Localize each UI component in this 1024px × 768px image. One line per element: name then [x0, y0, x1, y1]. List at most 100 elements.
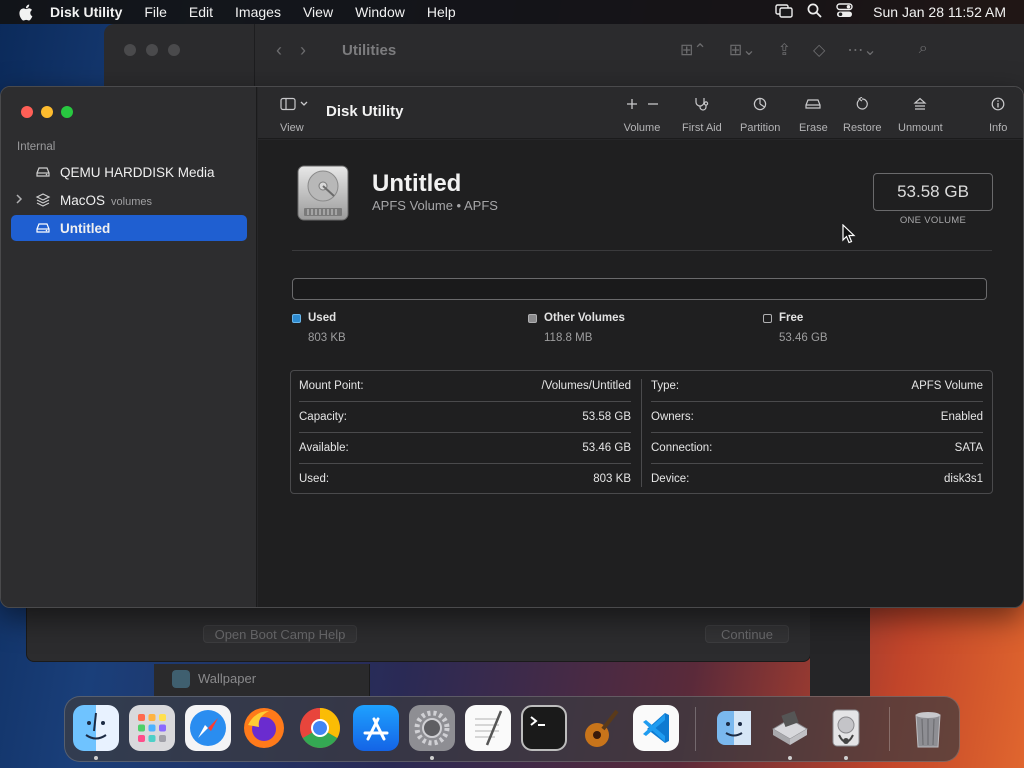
sidebar-item-sublabel: volumes [111, 195, 152, 208]
disclosure-chevron-icon[interactable] [15, 193, 23, 207]
vscode-icon[interactable] [633, 705, 679, 751]
menu-app-name[interactable]: Disk Utility [50, 4, 122, 20]
menu-file[interactable]: File [144, 4, 167, 20]
add-remove-icon [622, 97, 662, 116]
more-icon: ⋯⌄ [847, 42, 877, 59]
back-chevron-icon: ‹ [276, 40, 282, 60]
volume-drive-icon [35, 220, 51, 236]
info-column-right: Type: APFS Volume Owners: Enabled Connecti… [651, 371, 991, 495]
terminal-icon[interactable] [521, 705, 567, 751]
info-key: Type: [651, 380, 680, 392]
sidebar: Internal QEMU HARDDISK Media MacOS volume… [1, 87, 257, 607]
system-settings-icon[interactable] [409, 705, 455, 751]
background-finder-title: Utilities [342, 42, 397, 59]
textedit-icon[interactable] [465, 705, 511, 751]
info-value: Enabled [940, 411, 983, 423]
volume-info-table: Mount Point: /Volumes/Untitled Capacity: 5… [290, 370, 993, 494]
info-icon [991, 97, 1005, 116]
info-key: Mount Point: [299, 380, 364, 392]
continue-button[interactable]: Continue [705, 625, 789, 643]
background-window-edge [810, 600, 870, 696]
restore-button[interactable]: Restore [843, 96, 882, 134]
sidebar-item-label: QEMU HARDDISK Media [60, 164, 215, 180]
partition-button[interactable]: Partition [740, 97, 780, 134]
safari-icon[interactable] [185, 705, 231, 751]
sidebar-item-label: MacOS volumes [60, 192, 152, 208]
info-value: APFS Volume [911, 380, 983, 392]
toolbar: View Disk Utility Volume First Aid Parti… [258, 87, 1023, 139]
migration-assistant-icon[interactable] [711, 705, 757, 751]
container-layers-icon [35, 192, 51, 208]
background-nav: ‹ › [276, 40, 306, 61]
dock [64, 696, 960, 762]
menu-window[interactable]: Window [355, 4, 405, 20]
spotlight-search-icon[interactable] [807, 3, 822, 21]
menu-bar: Disk Utility File Edit Images View Windo… [0, 0, 1024, 24]
volume-label: Volume [623, 122, 661, 134]
share-icon: ⇪ [777, 42, 792, 59]
partition-label: Partition [740, 122, 781, 134]
capacity-badge: 53.58 GB [873, 173, 993, 211]
minimize-button[interactable] [41, 106, 53, 118]
info-value: 803 KB [593, 473, 631, 485]
garageband-icon[interactable] [577, 705, 623, 751]
info-value: /Volumes/Untitled [541, 380, 632, 392]
legend-used-value: 803 KB [308, 332, 346, 344]
launchpad-icon[interactable] [129, 705, 175, 751]
apple-menu-icon[interactable] [18, 4, 36, 21]
info-key: Capacity: [299, 411, 347, 423]
first-aid-label: First Aid [682, 122, 722, 134]
unmount-button[interactable]: Unmount [898, 97, 943, 134]
control-center-icon[interactable] [836, 3, 853, 21]
mouse-cursor-icon [842, 223, 856, 244]
window-controls [21, 106, 73, 118]
open-boot-camp-help-button[interactable]: Open Boot Camp Help [203, 625, 357, 643]
tag-icon: ◇ [813, 42, 826, 59]
sidebar-item-untitled[interactable]: Untitled [11, 215, 247, 241]
screen-mirroring-icon[interactable] [775, 3, 793, 21]
firefox-icon[interactable] [241, 705, 287, 751]
volume-subtitle: APFS Volume • APFS [372, 198, 498, 213]
finder-icon[interactable] [73, 705, 119, 751]
menu-clock[interactable]: Sun Jan 28 11:52 AM [873, 4, 1006, 20]
background-wallpaper-item: Wallpaper [154, 664, 370, 696]
zoom-button[interactable] [61, 106, 73, 118]
legend-free-swatch [763, 314, 772, 323]
menu-images[interactable]: Images [235, 4, 281, 20]
sidebar-item-label: Untitled [60, 220, 111, 236]
info-value: 53.58 GB [582, 411, 631, 423]
info-row: Capacity: 53.58 GB [299, 402, 631, 433]
forward-chevron-icon: › [300, 40, 306, 60]
disk-utility-icon[interactable] [823, 705, 869, 751]
menu-edit[interactable]: Edit [189, 4, 213, 20]
volume-button[interactable]: Volume [622, 97, 662, 134]
info-value: 53.46 GB [582, 442, 631, 454]
info-value: disk3s1 [944, 473, 983, 485]
first-aid-button[interactable]: First Aid [682, 97, 722, 134]
unmount-label: Unmount [898, 122, 943, 134]
hard-drive-icon [294, 164, 352, 222]
info-row: Owners: Enabled [651, 402, 983, 433]
app-store-icon[interactable] [353, 705, 399, 751]
menu-view[interactable]: View [303, 4, 333, 20]
chrome-icon[interactable] [297, 705, 343, 751]
close-button[interactable] [21, 106, 33, 118]
group-icon: ⊞⌄ [728, 42, 756, 59]
view-menu-button[interactable]: View [280, 97, 310, 134]
info-key: Used: [299, 473, 330, 485]
info-row: Used: 803 KB [299, 464, 631, 495]
info-key: Connection: [651, 442, 713, 454]
eject-icon [913, 97, 927, 116]
info-row: Device: disk3s1 [651, 464, 983, 495]
view-label: View [280, 122, 304, 134]
trash-icon[interactable] [905, 705, 951, 751]
sidebar-item-qemu-harddisk[interactable]: QEMU HARDDISK Media [11, 159, 247, 185]
info-key: Owners: [651, 411, 694, 423]
info-button[interactable]: Info [989, 97, 1007, 134]
sidebar-item-macos[interactable]: MacOS volumes [11, 187, 247, 213]
menu-help[interactable]: Help [427, 4, 456, 20]
volume-detail-pane: Untitled APFS Volume • APFS 53.58 GB ONE… [258, 140, 1023, 607]
erase-button[interactable]: Erase [799, 97, 828, 134]
background-window-controls [124, 44, 180, 56]
boot-camp-assistant-icon[interactable] [767, 705, 813, 751]
